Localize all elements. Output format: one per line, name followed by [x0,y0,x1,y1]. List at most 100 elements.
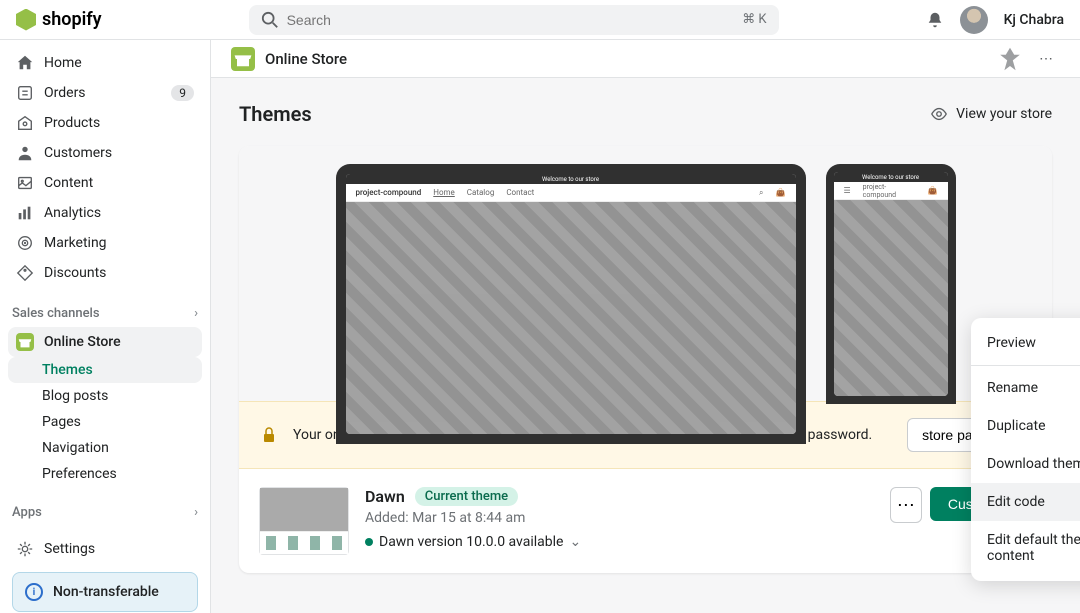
nav-customers-label: Customers [44,145,112,161]
sub-preferences[interactable]: Preferences [8,461,202,487]
menu-duplicate[interactable]: Duplicate [971,407,1080,445]
preview-welcome-mobile: Welcome to our store [834,172,948,182]
shopify-icon [16,9,36,31]
sidebar: Home Orders 9 Products Customers Content [0,40,211,613]
nav-products-label: Products [44,115,100,131]
menu-preview[interactable]: Preview [971,324,1080,362]
menu-rename[interactable]: Rename [971,369,1080,407]
more-icon[interactable]: ⋯ [1032,45,1060,73]
gear-icon [16,540,34,558]
search-icon [261,11,279,29]
discounts-icon [16,264,34,282]
hamburger-icon: ☰ [844,186,851,195]
theme-version: Dawn version 10.0.0 available [379,534,563,550]
brand-name: shopify [42,9,102,30]
preview-nav-home: Home [433,188,455,197]
lock-icon [259,425,279,445]
non-transferable-banner[interactable]: i Non-transferable [12,572,198,612]
apps-label: Apps [12,505,42,520]
store-icon [16,333,34,351]
preview-area: Welcome to our store project-compound Ho… [239,146,1052,401]
analytics-icon [16,204,34,222]
theme-name: Dawn [365,487,405,506]
marketing-icon [16,234,34,252]
sub-pages[interactable]: Pages [8,409,202,435]
preview-nav-catalog: Catalog [467,188,495,197]
nav-home-label: Home [44,55,82,71]
menu-divider [971,365,1080,366]
user-name[interactable]: Kj Chabra [1004,12,1064,28]
nav-orders[interactable]: Orders 9 [8,78,202,108]
sub-blog[interactable]: Blog posts [8,383,202,409]
preview-welcome: Welcome to our store [346,174,796,184]
theme-row: Dawn Current theme Added: Mar 15 at 8:44… [239,469,1052,573]
page-header: Online Store ⋯ [211,40,1080,78]
nav-settings[interactable]: Settings [8,534,202,564]
theme-added: Added: Mar 15 at 8:44 am [365,510,874,526]
page-header-title: Online Store [265,50,347,68]
current-theme-badge: Current theme [415,487,518,506]
nav-content-label: Content [44,175,93,191]
nav-discounts-label: Discounts [44,265,106,281]
bell-icon[interactable] [926,11,944,29]
main: Online Store ⋯ Themes View your store We… [211,40,1080,613]
view-store-label: View your store [956,106,1052,122]
chevron-right-icon: › [194,306,198,321]
topbar: shopify ⌘ K Kj Chabra [0,0,1080,40]
nav-products[interactable]: Products [8,108,202,138]
sub-themes[interactable]: Themes [8,357,202,383]
nav-online-store-label: Online Store [44,334,121,350]
logo[interactable]: shopify [16,9,102,31]
store-icon [231,47,255,71]
menu-edit-code[interactable]: Edit code [971,483,1080,521]
preview-hero [346,202,796,434]
menu-edit-content[interactable]: Edit default theme content [971,521,1080,575]
theme-more-button[interactable]: ⋯ [890,487,922,523]
nav-marketing[interactable]: Marketing [8,228,202,258]
preview-nav-contact: Contact [506,188,534,197]
status-dot [365,538,373,546]
preview-bag-icon: 👜 [928,186,938,195]
menu-download[interactable]: Download theme file [971,445,1080,483]
theme-card: Welcome to our store project-compound Ho… [239,146,1052,573]
sales-channels-label: Sales channels [12,306,100,321]
orders-badge: 9 [171,85,194,101]
search-wrap: ⌘ K [102,5,926,35]
preview-search-icon: ⌕ [759,188,763,198]
non-transferable-label: Non-transferable [53,584,159,600]
page-title: Themes [239,102,312,126]
content-icon [16,174,34,192]
nav-online-store[interactable]: Online Store [8,327,202,357]
search-input[interactable] [287,12,735,28]
home-icon [16,54,34,72]
topbar-right: Kj Chabra [926,6,1064,34]
apps-header[interactable]: Apps › [0,495,210,526]
search-shortcut: ⌘ K [742,12,766,27]
sales-channels-header[interactable]: Sales channels › [0,296,210,327]
orders-icon [16,84,34,102]
nav-customers[interactable]: Customers [8,138,202,168]
eye-icon [930,105,948,123]
sub-navigation[interactable]: Navigation [8,435,202,461]
info-icon: i [25,583,43,601]
theme-version-row[interactable]: Dawn version 10.0.0 available ⌄ [365,534,874,550]
preview-brand: project-compound [356,188,422,197]
avatar[interactable] [960,6,988,34]
pin-icon[interactable] [996,45,1024,73]
content-header: Themes View your store [239,102,1052,126]
nav-home[interactable]: Home [8,48,202,78]
chevron-down-icon: ⌄ [569,534,581,550]
nav-analytics[interactable]: Analytics [8,198,202,228]
view-store-link[interactable]: View your store [930,105,1052,123]
customers-icon [16,144,34,162]
nav-discounts[interactable]: Discounts [8,258,202,288]
search-box[interactable]: ⌘ K [249,5,779,35]
products-icon [16,114,34,132]
mobile-preview: Welcome to our store ☰ project-compound … [826,164,956,404]
nav-content[interactable]: Content [8,168,202,198]
nav-marketing-label: Marketing [44,235,107,251]
preview-hero-mobile [834,200,948,396]
theme-thumbnail [259,487,349,555]
desktop-preview: Welcome to our store project-compound Ho… [336,164,806,444]
nav-orders-label: Orders [44,85,86,101]
